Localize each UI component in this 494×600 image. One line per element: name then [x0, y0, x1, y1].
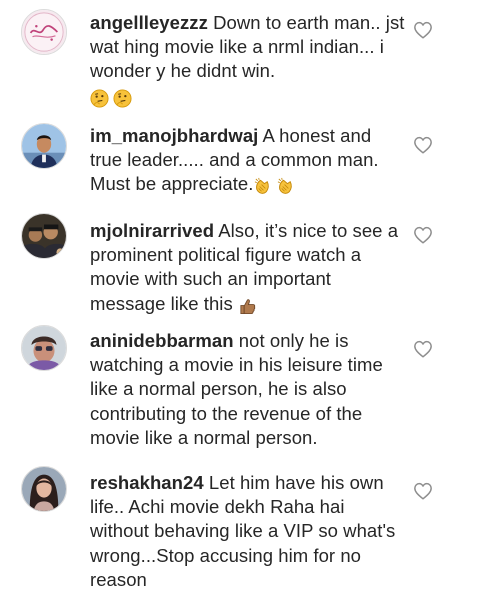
like-heart-icon[interactable]: [413, 21, 433, 39]
thinking-face-icon: [90, 89, 109, 108]
avatar[interactable]: [21, 325, 67, 371]
avatar[interactable]: [21, 466, 67, 512]
comment-username[interactable]: mjolnirarrived: [90, 220, 214, 241]
comment-body: angellleyezzz Down to earth man.. jst wa…: [90, 11, 408, 111]
clapping-hands-icon: [253, 177, 272, 196]
like-heart-icon[interactable]: [413, 136, 433, 154]
thumbs-up-icon: [238, 297, 257, 316]
clapping-hands-icon: [276, 177, 295, 196]
comment-body: aninidebbarman not only he is watching a…: [90, 329, 408, 450]
like-heart-icon[interactable]: [413, 340, 433, 358]
comment-username[interactable]: aninidebbarman: [90, 330, 234, 351]
comment-body: mjolnirarrived Also, it’s nice to see a …: [90, 219, 408, 319]
like-heart-icon[interactable]: [413, 226, 433, 244]
comment-username[interactable]: angellleyezzz: [90, 12, 208, 33]
thinking-face-icon: [113, 89, 132, 108]
comment-body: reshakhan24 Let him have his own life.. …: [90, 471, 408, 592]
like-heart-icon[interactable]: [413, 482, 433, 500]
avatar[interactable]: [21, 123, 67, 169]
comment-username[interactable]: reshakhan24: [90, 472, 204, 493]
avatar[interactable]: [21, 213, 67, 259]
comment-username[interactable]: im_manojbhardwaj: [90, 125, 258, 146]
avatar[interactable]: [21, 9, 67, 55]
comment-body: im_manojbhardwaj A honest and true leade…: [90, 124, 408, 200]
